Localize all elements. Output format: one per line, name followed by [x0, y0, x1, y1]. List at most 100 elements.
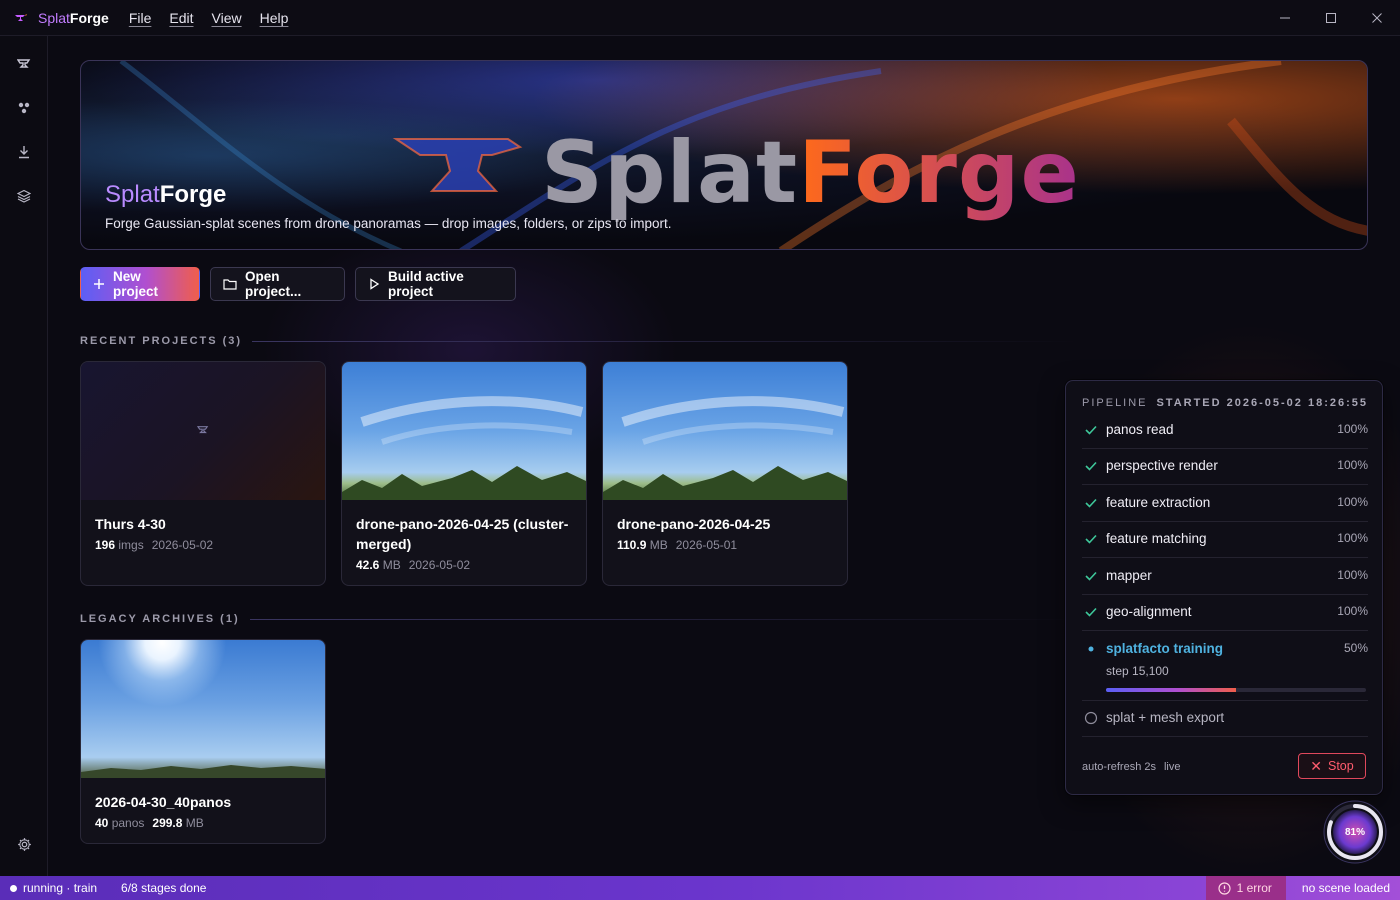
project-thumbnail	[603, 362, 847, 500]
stage-percent: 100%	[1337, 495, 1368, 509]
project-card[interactable]: drone-pano-2026-04-25 (cluster-merged) 4…	[341, 361, 587, 586]
folder-icon	[223, 278, 237, 290]
project-card[interactable]: drone-pano-2026-04-25 110.9 MB 2026-05-01	[602, 361, 848, 586]
project-meta: 42.6 MB 2026-05-02	[356, 558, 470, 572]
app-name: SplatForge	[38, 10, 109, 26]
rail-import-button[interactable]	[14, 142, 34, 162]
stage-percent: 100%	[1337, 422, 1368, 436]
hero-title: SplatForge	[105, 181, 226, 209]
layers-icon	[17, 189, 31, 203]
rail-home-button[interactable]	[14, 54, 34, 74]
menu-view[interactable]: View	[212, 10, 242, 26]
error-count: 1 error	[1236, 881, 1272, 895]
project-meta: 110.9 MB 2026-05-01	[617, 538, 737, 552]
new-project-label: New project	[113, 269, 159, 299]
rail-splats-button[interactable]	[14, 98, 34, 118]
stages-done: 6/8 stages done	[121, 881, 207, 895]
archive-name: 2026-04-30_40panos	[95, 794, 232, 810]
hero-subtitle: Forge Gaussian-splat scenes from drone p…	[105, 216, 672, 231]
status-bar: running · train 6/8 stages done 1 error …	[0, 876, 1400, 900]
stage-label: mapper	[1106, 568, 1152, 583]
stage-percent: 50%	[1343, 641, 1368, 655]
build-active-project-button[interactable]: Build active project	[355, 267, 516, 301]
settings-button[interactable]	[14, 834, 34, 854]
error-icon	[1217, 881, 1231, 895]
stage-percent: 100%	[1337, 568, 1368, 582]
menu-help[interactable]: Help	[260, 10, 289, 26]
gear-icon	[17, 837, 31, 851]
pipeline-stage: panos read 100%	[1082, 413, 1368, 449]
progress-ring[interactable]: 81%	[1323, 800, 1387, 864]
menu-edit[interactable]: Edit	[169, 10, 193, 26]
project-meta: 196 imgs 2026-05-02	[95, 538, 213, 552]
pending-circle-icon	[1084, 711, 1098, 725]
project-card[interactable]: Thurs 4-30 196 imgs 2026-05-02	[80, 361, 326, 586]
minimize-icon	[1280, 17, 1290, 19]
project-name: drone-pano-2026-04-25 (cluster-merged)	[356, 516, 569, 552]
live-label: live	[1163, 761, 1181, 773]
count-unit: panos	[111, 816, 145, 830]
sky-panorama-image	[342, 396, 586, 500]
pano-count: 40	[95, 816, 109, 830]
stage-percent: 100%	[1337, 604, 1368, 618]
wordmark-part1: Splat	[541, 123, 799, 223]
menu-file[interactable]: File	[129, 10, 152, 26]
hero-banner: SplatForge SplatForge Forge Gaussian-spl…	[80, 60, 1368, 250]
close-button[interactable]	[1354, 0, 1400, 36]
minimize-button[interactable]	[1262, 0, 1308, 36]
error-indicator[interactable]: 1 error	[1205, 876, 1286, 900]
stage-label: feature extraction	[1106, 495, 1211, 510]
active-dot-icon	[1084, 642, 1098, 656]
wordmark-part2: Forge	[798, 123, 1080, 223]
check-icon	[1084, 423, 1098, 437]
stage-label: splatfacto training	[1106, 641, 1224, 656]
splat-icon	[18, 102, 30, 114]
project-date: 2026-05-02	[408, 558, 471, 572]
project-size: 42.6	[356, 558, 380, 572]
pipeline-stage: geo-alignment 100%	[1082, 595, 1368, 631]
check-icon	[1084, 605, 1098, 619]
plus-icon	[93, 278, 105, 290]
archive-card[interactable]: 2026-04-30_40panos 40 panos 299.8 MB	[80, 639, 326, 844]
project-name: drone-pano-2026-04-25	[617, 516, 771, 532]
archive-meta: 40 panos 299.8 MB	[95, 816, 204, 830]
stage-percent: 100%	[1337, 458, 1368, 472]
pipeline-stage-active: splatfacto training 50% step 15,100	[1082, 632, 1368, 701]
recent-projects-header: RECENT PROJECTS (3)	[80, 334, 1080, 348]
anvil-icon	[197, 426, 209, 434]
size-unit: MB	[649, 538, 668, 552]
pipeline-title: PIPELINE	[1082, 397, 1148, 409]
sky-panorama-image	[603, 396, 847, 500]
project-date: 2026-05-02	[151, 538, 214, 552]
stage-progress-fill	[1106, 688, 1236, 692]
pipeline-stage: feature matching 100%	[1082, 522, 1368, 558]
maximize-icon	[1326, 13, 1336, 23]
size-unit: MB	[185, 816, 204, 830]
stage-label: geo-alignment	[1106, 604, 1192, 619]
download-icon	[19, 146, 29, 159]
recent-projects-title: RECENT PROJECTS (3)	[80, 335, 243, 347]
pipeline-header: PIPELINE STARTED 2026-05-02 18:26:55	[1082, 397, 1368, 409]
open-project-button[interactable]: Open project...	[210, 267, 345, 301]
stage-label: feature matching	[1106, 531, 1207, 546]
count-unit: imgs	[118, 538, 144, 552]
archive-thumbnail	[81, 640, 325, 778]
pipeline-stage: splat + mesh export	[1082, 701, 1368, 737]
stop-button[interactable]: ✕ Stop	[1298, 753, 1366, 779]
project-thumbnail	[342, 362, 586, 500]
maximize-button[interactable]	[1308, 0, 1354, 36]
new-project-button[interactable]: New project	[80, 267, 200, 301]
close-icon: ✕	[1310, 757, 1322, 774]
legacy-archives-header: LEGACY ARCHIVES (1)	[80, 612, 1080, 626]
pipeline-footer: auto-refresh 2s live	[1082, 761, 1181, 773]
play-icon	[368, 278, 380, 290]
rail-layers-button[interactable]	[14, 186, 34, 206]
run-state: running · train	[23, 881, 98, 895]
pipeline-stage: mapper 100%	[1082, 559, 1368, 595]
anvil-icon	[17, 59, 31, 68]
project-size: 110.9	[617, 538, 647, 552]
project-date: 2026-05-01	[675, 538, 738, 552]
stop-label: Stop	[1328, 759, 1354, 773]
stage-percent: 100%	[1337, 531, 1368, 545]
stage-step: step 15,100	[1106, 664, 1169, 678]
